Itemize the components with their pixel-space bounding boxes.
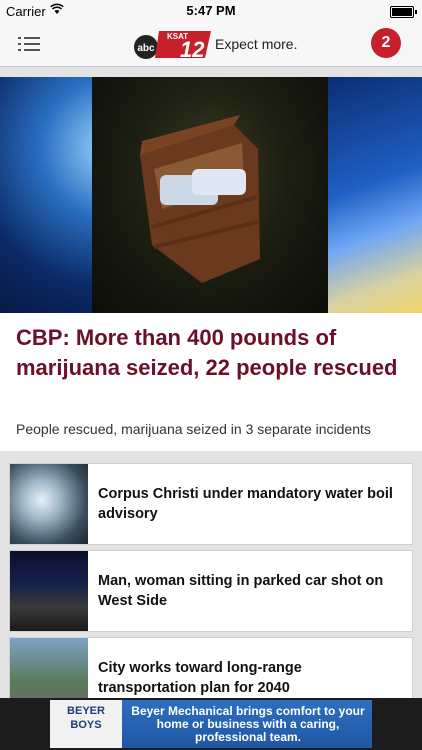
nav-bar: abc KSAT 12 Expect more. 2: [0, 22, 422, 67]
ksat-logo: abc KSAT 12: [134, 31, 211, 61]
status-bar: Carrier 5:47 PM: [0, 0, 422, 22]
ad-banner-area: BEYER BOYS Beyer Mechanical brings comfo…: [0, 698, 422, 750]
story-card[interactable]: Corpus Christi under mandatory water boi…: [9, 463, 413, 545]
hero-background-left: [0, 77, 92, 313]
logo-network: abc: [137, 43, 155, 54]
story-card[interactable]: Man, woman sitting in parked car shot on…: [9, 550, 413, 632]
story-title[interactable]: Man, woman sitting in parked car shot on…: [98, 571, 398, 611]
clock: 5:47 PM: [186, 3, 236, 18]
ad-banner[interactable]: BEYER BOYS Beyer Mechanical brings comfo…: [50, 700, 372, 748]
story-thumbnail: [10, 551, 88, 631]
hero-image[interactable]: [0, 77, 422, 313]
notification-badge[interactable]: 2: [371, 28, 401, 58]
story-thumbnail: [10, 464, 88, 544]
ad-brand-logo: BEYER BOYS: [50, 700, 122, 748]
battery-icon: [390, 6, 417, 18]
story-title[interactable]: Corpus Christi under mandatory water boi…: [98, 484, 398, 524]
logo-channel: 12: [180, 37, 205, 61]
top-story[interactable]: CBP: More than 400 pounds of marijuana s…: [0, 313, 422, 451]
top-story-headline[interactable]: CBP: More than 400 pounds of marijuana s…: [16, 323, 406, 383]
ad-text: Beyer Mechanical brings comfort to your …: [131, 704, 365, 744]
hero-background-right: [328, 77, 422, 313]
menu-button[interactable]: [18, 34, 42, 54]
hero-photo: [92, 77, 328, 313]
story-title[interactable]: City works toward long-range transportat…: [98, 658, 398, 698]
top-story-summary: People rescued, marijuana seized in 3 se…: [16, 421, 371, 437]
tagline: Expect more.: [215, 36, 298, 52]
